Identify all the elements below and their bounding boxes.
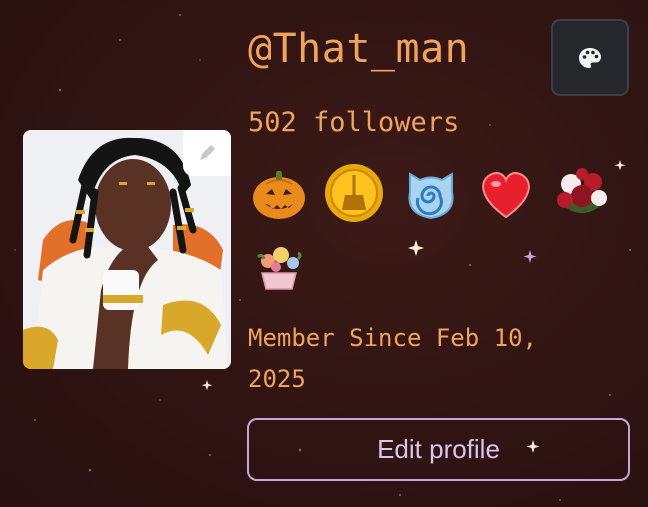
- jack-o-lantern-icon[interactable]: [248, 162, 310, 224]
- username: @That_man: [248, 26, 470, 72]
- pencil-icon: [200, 145, 215, 160]
- avatar-edit-button[interactable]: [183, 130, 231, 176]
- flower-basket-icon[interactable]: [248, 235, 310, 297]
- palette-icon: [579, 47, 601, 68]
- sparkly-heart-icon[interactable]: [475, 162, 537, 224]
- followers-count: 502 followers: [248, 107, 460, 138]
- roses-bouquet-icon[interactable]: [551, 162, 613, 224]
- member-since-date: Member Since Feb 10, 2025: [248, 324, 537, 393]
- gold-coin-broom-icon[interactable]: [323, 162, 385, 224]
- blue-swirl-cat-icon[interactable]: [400, 162, 462, 224]
- edit-profile-button[interactable]: Edit profile: [247, 418, 630, 481]
- theme-button[interactable]: [551, 19, 629, 96]
- profile-avatar[interactable]: [23, 130, 231, 369]
